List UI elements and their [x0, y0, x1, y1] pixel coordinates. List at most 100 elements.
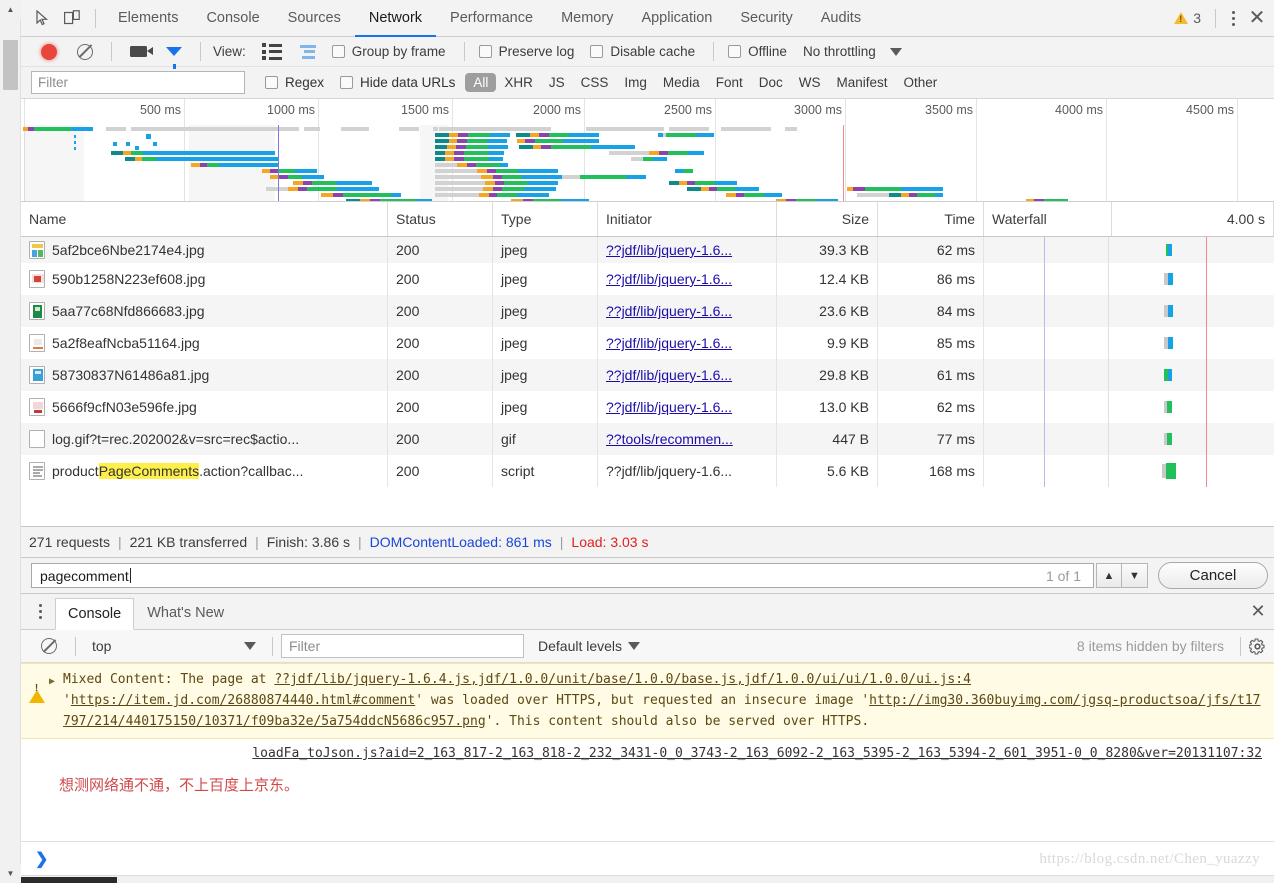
clear-icon[interactable] [67, 38, 103, 66]
column-header-size[interactable]: Size [777, 202, 878, 236]
type-filter-css[interactable]: CSS [573, 73, 617, 92]
request-initiator[interactable]: ??jdf/lib/jquery-1.6... [606, 399, 732, 415]
log-levels-select[interactable]: Default levels [538, 638, 641, 654]
request-initiator[interactable]: ??jdf/lib/jquery-1.6... [606, 271, 732, 287]
expand-arrow-icon[interactable]: ▶ [49, 669, 59, 732]
console-source-link[interactable]: loadFa_toJson.js?aid=2_163_817-2_163_818… [252, 746, 1262, 761]
execution-context-select[interactable]: top [84, 638, 264, 654]
checkbox-box[interactable] [728, 45, 742, 58]
funnel-icon[interactable] [156, 38, 192, 69]
request-initiator[interactable]: ??jdf/lib/jquery-1.6... [606, 242, 732, 258]
type-filter-all[interactable]: All [465, 73, 497, 92]
type-filter-doc[interactable]: Doc [751, 73, 791, 92]
request-initiator[interactable]: ??jdf/lib/jquery-1.6... [606, 367, 732, 383]
console-prompt[interactable]: ❯ https://blog.csdn.net/Chen_yuazzy [21, 841, 1274, 875]
chevron-down-icon[interactable] [244, 642, 256, 650]
scrollbar-thumb[interactable] [21, 877, 117, 883]
camera-icon[interactable] [120, 38, 156, 66]
column-header-time[interactable]: Time [878, 202, 984, 236]
regex-checkbox[interactable]: Regex [259, 75, 330, 90]
group-by-frame-checkbox[interactable]: Group by frame [326, 44, 452, 59]
tab-performance[interactable]: Performance [436, 0, 547, 37]
tab-sources[interactable]: Sources [274, 0, 355, 37]
request-initiator[interactable]: ??jdf/lib/jquery-1.6... [606, 335, 732, 351]
chevron-down-icon[interactable]: ▼ [1122, 563, 1148, 588]
type-filter-ws[interactable]: WS [791, 73, 829, 92]
scrollbar-thumb[interactable] [3, 40, 18, 90]
console-filter-input[interactable]: Filter [281, 634, 524, 658]
kebab-menu-icon[interactable] [1222, 10, 1244, 26]
column-header-initiator[interactable]: Initiator [598, 202, 777, 236]
chevron-up-icon[interactable]: ▲ [1096, 563, 1122, 588]
request-initiator[interactable]: ??tools/recommen... [606, 431, 733, 447]
offline-checkbox[interactable]: Offline [722, 44, 793, 59]
column-header-name[interactable]: Name [21, 202, 388, 236]
scroll-up-arrow-icon[interactable]: ▲ [0, 0, 21, 19]
checkbox-box[interactable] [331, 45, 345, 58]
throttling-select[interactable]: No throttling [797, 44, 908, 59]
device-toolbar-icon[interactable] [57, 4, 87, 32]
warning-count-badge[interactable]: 3 [1174, 10, 1209, 26]
cancel-button[interactable]: Cancel [1158, 562, 1268, 589]
table-row[interactable]: productPageComments.action?callbac... 20… [21, 455, 1274, 487]
waterfall-view-icon[interactable] [290, 38, 326, 66]
hide-data-urls-checkbox[interactable]: Hide data URLs [334, 75, 461, 90]
console-warning-message[interactable]: ▶ Mixed Content: The page at ??jdf/lib/j… [21, 663, 1274, 739]
close-icon[interactable]: ✕ [1242, 594, 1274, 629]
preserve-log-checkbox[interactable]: Preserve log [473, 44, 581, 59]
horizontal-scrollbar[interactable] [21, 875, 1274, 883]
request-initiator[interactable]: ??jdf/lib/jquery-1.6... [606, 463, 732, 479]
tab-console[interactable]: Console [192, 0, 273, 37]
console-messages[interactable]: ▶ Mixed Content: The page at ??jdf/lib/j… [21, 663, 1274, 841]
request-initiator[interactable]: ??jdf/lib/jquery-1.6... [606, 303, 732, 319]
type-filter-media[interactable]: Media [655, 73, 708, 92]
warning-source-link[interactable]: ??jdf/lib/jquery-1.6.4.js,jdf/1.0.0/unit… [274, 672, 971, 687]
type-filter-other[interactable]: Other [896, 73, 946, 92]
drawer-tab-console[interactable]: Console [55, 598, 135, 630]
table-row[interactable]: 5a2f8eafNcba51164.jpg 200 jpeg ??jdf/lib… [21, 327, 1274, 359]
tab-audits[interactable]: Audits [807, 0, 875, 37]
scroll-down-arrow-icon[interactable]: ▼ [0, 864, 21, 883]
gear-icon[interactable] [1248, 637, 1266, 655]
checkbox-box[interactable] [590, 45, 604, 58]
type-filter-js[interactable]: JS [541, 73, 573, 92]
type-filter-font[interactable]: Font [708, 73, 751, 92]
clear-console-icon[interactable] [31, 632, 67, 660]
tab-application[interactable]: Application [627, 0, 726, 37]
record-button-icon[interactable] [31, 38, 67, 66]
close-icon[interactable]: ✕ [1244, 8, 1270, 28]
table-row[interactable]: 58730837N61486a81.jpg 200 jpeg ??jdf/lib… [21, 359, 1274, 391]
inspect-element-icon[interactable] [27, 4, 57, 32]
drawer-tab-whats-new[interactable]: What's New [134, 597, 237, 629]
checkbox-box[interactable] [265, 76, 278, 89]
warning-page-url[interactable]: https://item.jd.com/26880874440.html#com… [71, 693, 415, 708]
checkbox-box[interactable] [340, 76, 354, 89]
page-scrollbar[interactable]: ▲ ▼ [0, 0, 21, 883]
list-view-icon[interactable] [254, 38, 290, 66]
tab-security[interactable]: Security [726, 0, 806, 37]
chevron-down-icon[interactable] [628, 642, 641, 650]
type-filter-manifest[interactable]: Manifest [828, 73, 895, 92]
column-header-type[interactable]: Type [493, 202, 598, 236]
checkbox-box[interactable] [478, 45, 492, 58]
kebab-menu-icon[interactable] [25, 594, 55, 629]
tab-memory[interactable]: Memory [547, 0, 627, 37]
table-row[interactable]: 590b1258N223ef608.jpg 200 jpeg ??jdf/lib… [21, 263, 1274, 295]
column-header-waterfall[interactable]: Waterfall [984, 202, 1112, 236]
console-link-message[interactable]: loadFa_toJson.js?aid=2_163_817-2_163_818… [21, 739, 1274, 768]
network-filter-input[interactable]: Filter [31, 71, 245, 94]
table-row[interactable]: 5aa77c68Nfd866683.jpg 200 jpeg ??jdf/lib… [21, 295, 1274, 327]
column-header-status[interactable]: Status [388, 202, 493, 236]
network-overview-timeline[interactable]: 500 ms 1000 ms 1500 ms 2000 ms 2500 ms 3… [21, 99, 1274, 202]
search-input[interactable]: pagecomment 1 of 1 [31, 563, 1094, 588]
table-body[interactable]: 5af2bce6Nbe2174e4.jpg 200 jpeg ??jdf/lib… [21, 237, 1274, 526]
tab-elements[interactable]: Elements [104, 0, 192, 37]
chevron-down-icon[interactable] [889, 47, 902, 56]
table-row[interactable]: 5af2bce6Nbe2174e4.jpg 200 jpeg ??jdf/lib… [21, 237, 1274, 263]
type-filter-xhr[interactable]: XHR [496, 73, 541, 92]
tab-network[interactable]: Network [355, 0, 436, 37]
type-filter-img[interactable]: Img [616, 73, 655, 92]
table-row[interactable]: 5666f9cfN03e596fe.jpg 200 jpeg ??jdf/lib… [21, 391, 1274, 423]
table-row[interactable]: log.gif?t=rec.202002&v=src=rec$actio... … [21, 423, 1274, 455]
disable-cache-checkbox[interactable]: Disable cache [584, 44, 701, 59]
